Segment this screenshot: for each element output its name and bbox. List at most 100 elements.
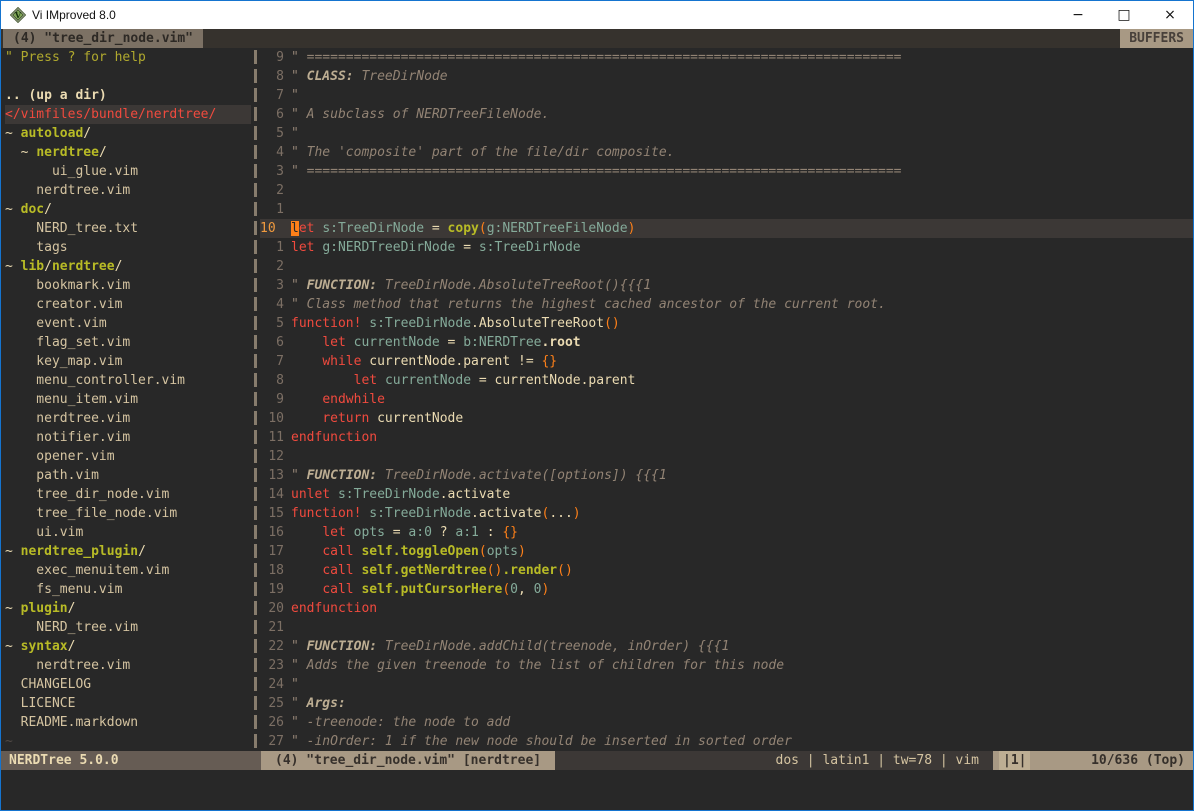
- code-line[interactable]: 8" CLASS: TreeDirNode: [260, 67, 1193, 86]
- code-line[interactable]: 5": [260, 124, 1193, 143]
- command-line[interactable]: [1, 770, 1193, 810]
- tree-item[interactable]: creator.vim: [5, 295, 251, 314]
- svg-text:V: V: [14, 10, 22, 20]
- tree-item[interactable]: notifier.vim: [5, 428, 251, 447]
- line-number: 1: [260, 200, 284, 219]
- tree-item[interactable]: exec_menuitem.vim: [5, 561, 251, 580]
- window-separator[interactable]: [251, 48, 260, 751]
- code-line[interactable]: 19 call self.putCursorHere(0, 0): [260, 580, 1193, 599]
- tree-item[interactable]: tree_dir_node.vim: [5, 485, 251, 504]
- tree-item[interactable]: nerdtree.vim: [5, 181, 251, 200]
- tree-item[interactable]: ~: [5, 732, 251, 751]
- tree-item[interactable]: LICENCE: [5, 694, 251, 713]
- maximize-button[interactable]: □: [1101, 1, 1147, 29]
- tree-item[interactable]: path.vim: [5, 466, 251, 485]
- code-line[interactable]: 16 let opts = a:0 ? a:1 : {}: [260, 523, 1193, 542]
- tree-item[interactable]: opener.vim: [5, 447, 251, 466]
- buffers-tab[interactable]: BUFFERS: [1120, 29, 1193, 48]
- line-number: 23: [260, 656, 284, 675]
- line-number: 15: [260, 504, 284, 523]
- code-line[interactable]: 4" The 'composite' part of the file/dir …: [260, 143, 1193, 162]
- code-line[interactable]: 24": [260, 675, 1193, 694]
- code-line[interactable]: 10 return currentNode: [260, 409, 1193, 428]
- statusline-position: |1| 10/636 (Top): [993, 751, 1193, 770]
- code-line[interactable]: 20endfunction: [260, 599, 1193, 618]
- line-number: 13: [260, 466, 284, 485]
- code-line[interactable]: 12: [260, 447, 1193, 466]
- code-line[interactable]: 15function! s:TreeDirNode.activate(...): [260, 504, 1193, 523]
- tree-item[interactable]: nerdtree.vim: [5, 656, 251, 675]
- line-number: 9: [260, 48, 284, 67]
- code-line[interactable]: 8 let currentNode = currentNode.parent: [260, 371, 1193, 390]
- tree-item[interactable]: ui_glue.vim: [5, 162, 251, 181]
- line-number: 5: [260, 124, 284, 143]
- code-line[interactable]: 14unlet s:TreeDirNode.activate: [260, 485, 1193, 504]
- code-line[interactable]: 22" FUNCTION: TreeDirNode.addChild(treen…: [260, 637, 1193, 656]
- window-title: Vi IMproved 8.0: [32, 8, 116, 22]
- code-line[interactable]: 1let g:NERDTreeDirNode = s:TreeDirNode: [260, 238, 1193, 257]
- tree-item[interactable]: [5, 67, 251, 86]
- vim-window: V Vi IMproved 8.0 − □ × (4) "tree_dir_no…: [0, 0, 1194, 811]
- tree-item[interactable]: NERD_tree.vim: [5, 618, 251, 637]
- code-line[interactable]: 3" FUNCTION: TreeDirNode.AbsoluteTreeRoo…: [260, 276, 1193, 295]
- tree-item[interactable]: ~ doc/: [5, 200, 251, 219]
- tree-item[interactable]: ~ nerdtree/: [5, 143, 251, 162]
- code-line[interactable]: 4" Class method that returns the highest…: [260, 295, 1193, 314]
- tree-item[interactable]: ~ nerdtree_plugin/: [5, 542, 251, 561]
- code-line[interactable]: 13" FUNCTION: TreeDirNode.activate([opti…: [260, 466, 1193, 485]
- line-number: 8: [260, 371, 284, 390]
- code-line[interactable]: 2: [260, 181, 1193, 200]
- code-line[interactable]: 27" -inOrder: 1 if the new node should b…: [260, 732, 1193, 751]
- tree-item[interactable]: event.vim: [5, 314, 251, 333]
- tree-item[interactable]: ui.vim: [5, 523, 251, 542]
- tree-item[interactable]: </vimfiles/bundle/nerdtree/: [5, 105, 251, 124]
- code-line[interactable]: 1: [260, 200, 1193, 219]
- tree-item[interactable]: NERD_tree.txt: [5, 219, 251, 238]
- tree-item[interactable]: tree_file_node.vim: [5, 504, 251, 523]
- code-line[interactable]: 25" Args:: [260, 694, 1193, 713]
- tree-item[interactable]: CHANGELOG: [5, 675, 251, 694]
- tree-item[interactable]: menu_controller.vim: [5, 371, 251, 390]
- line-number: 24: [260, 675, 284, 694]
- code-line[interactable]: 26" -treenode: the node to add: [260, 713, 1193, 732]
- code-line[interactable]: 7 while currentNode.parent != {}: [260, 352, 1193, 371]
- tree-item[interactable]: flag_set.vim: [5, 333, 251, 352]
- code-line[interactable]: 17 call self.toggleOpen(opts): [260, 542, 1193, 561]
- tree-item[interactable]: ~ plugin/: [5, 599, 251, 618]
- line-number: 21: [260, 618, 284, 637]
- tree-item[interactable]: menu_item.vim: [5, 390, 251, 409]
- code-line[interactable]: 21: [260, 618, 1193, 637]
- tree-item[interactable]: " Press ? for help: [5, 48, 251, 67]
- tree-item[interactable]: fs_menu.vim: [5, 580, 251, 599]
- code-line[interactable]: 9 endwhile: [260, 390, 1193, 409]
- tree-item[interactable]: .. (up a dir): [5, 86, 251, 105]
- line-number: 2: [260, 257, 284, 276]
- line-number: 19: [260, 580, 284, 599]
- tree-item[interactable]: tags: [5, 238, 251, 257]
- tab-tree-dir-node[interactable]: (4) "tree_dir_node.vim": [3, 29, 203, 48]
- line-number: 9: [260, 390, 284, 409]
- code-line[interactable]: 18 call self.getNerdtree().render(): [260, 561, 1193, 580]
- code-line[interactable]: 10let s:TreeDirNode = copy(g:NERDTreeFil…: [260, 219, 1193, 238]
- code-line[interactable]: 6" A subclass of NERDTreeFileNode.: [260, 105, 1193, 124]
- code-line[interactable]: 9" =====================================…: [260, 48, 1193, 67]
- statusline-buffer: (4) "tree_dir_node.vim" [nerdtree]: [261, 751, 555, 770]
- code-line[interactable]: 6 let currentNode = b:NERDTree.root: [260, 333, 1193, 352]
- tree-item[interactable]: README.markdown: [5, 713, 251, 732]
- code-line[interactable]: 11endfunction: [260, 428, 1193, 447]
- code-line[interactable]: 5function! s:TreeDirNode.AbsoluteTreeRoo…: [260, 314, 1193, 333]
- minimize-button[interactable]: −: [1055, 1, 1101, 29]
- tree-item[interactable]: key_map.vim: [5, 352, 251, 371]
- tree-item[interactable]: ~ lib/nerdtree/: [5, 257, 251, 276]
- close-button[interactable]: ×: [1147, 1, 1193, 29]
- tree-item[interactable]: ~ syntax/: [5, 637, 251, 656]
- line-number: 14: [260, 485, 284, 504]
- tree-item[interactable]: nerdtree.vim: [5, 409, 251, 428]
- code-line[interactable]: 3" =====================================…: [260, 162, 1193, 181]
- vim-logo-icon: V: [10, 7, 26, 23]
- code-line[interactable]: 7": [260, 86, 1193, 105]
- tree-item[interactable]: ~ autoload/: [5, 124, 251, 143]
- code-line[interactable]: 2: [260, 257, 1193, 276]
- code-line[interactable]: 23" Adds the given treenode to the list …: [260, 656, 1193, 675]
- tree-item[interactable]: bookmark.vim: [5, 276, 251, 295]
